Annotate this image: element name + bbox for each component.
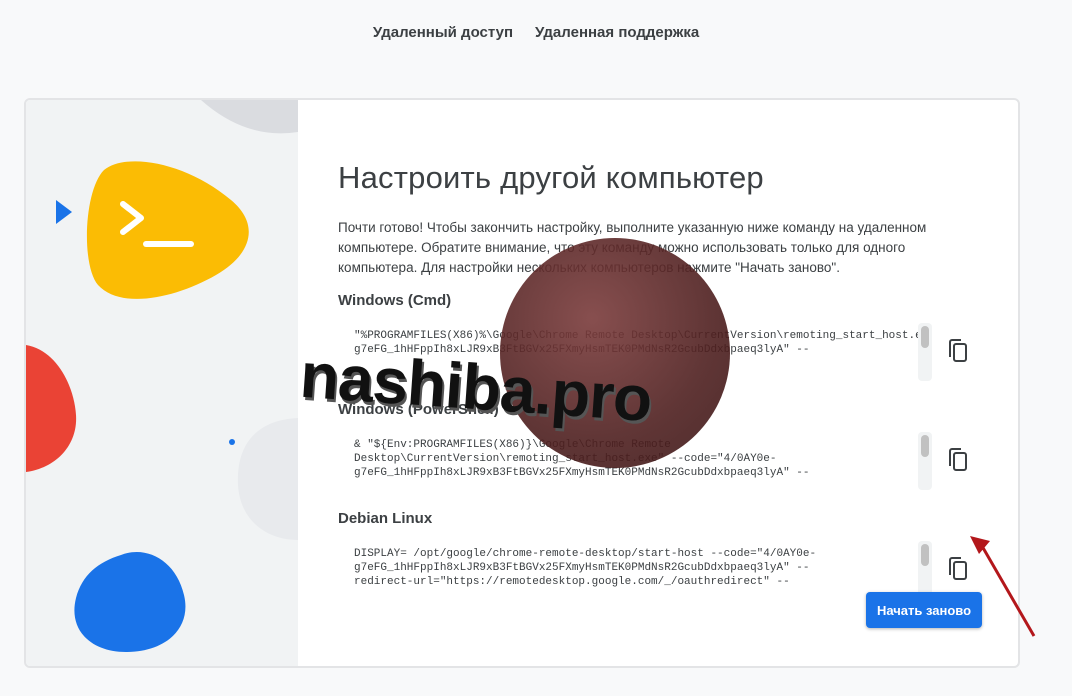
top-navigation: Удаленный доступ Удаленная поддержка <box>0 0 1072 64</box>
copy-icon <box>949 448 967 471</box>
page-title: Настроить другой компьютер <box>338 160 764 195</box>
copy-button[interactable] <box>942 335 974 367</box>
command-text[interactable]: DISPLAY= /opt/google/chrome-remote-deskt… <box>338 541 928 599</box>
copy-button[interactable] <box>942 553 974 585</box>
code-scrollbar[interactable] <box>918 541 932 599</box>
copy-button[interactable] <box>942 444 974 476</box>
scrollbar-thumb[interactable] <box>921 326 929 348</box>
code-scrollbar[interactable] <box>918 432 932 490</box>
nav-remote-access[interactable]: Удаленный доступ <box>373 18 513 47</box>
nav-remote-support[interactable]: Удаленная поддержка <box>535 18 699 47</box>
illustration-panel <box>26 100 298 666</box>
code-row: DISPLAY= /opt/google/chrome-remote-deskt… <box>338 541 978 599</box>
scrollbar-thumb[interactable] <box>921 544 929 566</box>
copy-icon <box>949 557 967 580</box>
decorative-illustration <box>26 100 298 652</box>
scrollbar-thumb[interactable] <box>921 435 929 457</box>
section-debian-linux: Debian Linux DISPLAY= /opt/google/chrome… <box>338 510 978 599</box>
section-title: Debian Linux <box>338 510 433 527</box>
copy-icon <box>949 339 967 362</box>
code-scrollbar[interactable] <box>918 323 932 381</box>
restart-button[interactable]: Начать заново <box>866 592 982 628</box>
